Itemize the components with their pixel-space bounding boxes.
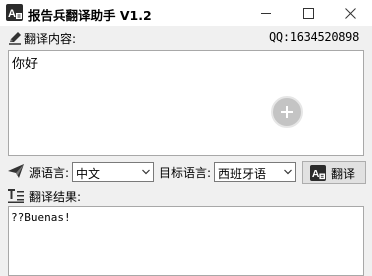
target-language-label: 目标语言: xyxy=(159,166,212,180)
result-text-output[interactable]: ??Buenas! xyxy=(8,206,364,276)
source-language-select[interactable]: 中文 xyxy=(72,162,154,182)
send-icon xyxy=(8,164,24,178)
maximize-icon xyxy=(302,7,314,19)
source-language-value: 中文 xyxy=(76,167,101,181)
svg-text:A: A xyxy=(8,8,16,20)
qq-contact: QQ:1634520898 xyxy=(269,30,360,44)
result-text: ??Buenas! xyxy=(11,211,71,224)
translate-button[interactable]: A 翻译 xyxy=(302,161,366,184)
source-language-label: 源语言: xyxy=(29,166,70,180)
pen-icon xyxy=(9,32,21,45)
translator-logo-icon: A xyxy=(6,4,23,21)
minimize-button[interactable] xyxy=(244,0,288,26)
minimize-icon xyxy=(261,12,271,14)
title-bar: A 报告兵翻译助手 V1.2 xyxy=(0,0,372,26)
translator-logo-icon: A xyxy=(310,165,326,181)
chevron-down-icon xyxy=(284,169,292,175)
maximize-button[interactable] xyxy=(286,0,330,26)
window-title: 报告兵翻译助手 V1.2 xyxy=(28,8,152,23)
result-label: 翻译结果: xyxy=(29,190,82,204)
svg-text:A: A xyxy=(312,169,320,180)
translate-button-label: 翻译 xyxy=(331,167,356,181)
target-language-select[interactable]: 西班牙语 xyxy=(214,162,296,182)
source-text-input[interactable]: 你好 xyxy=(8,50,364,156)
content-label: 翻译内容: xyxy=(24,32,77,46)
plus-circle-icon[interactable] xyxy=(271,96,303,128)
source-text: 你好 xyxy=(12,57,39,72)
chevron-down-icon xyxy=(142,169,150,175)
target-language-value: 西班牙语 xyxy=(218,167,267,181)
text-format-icon xyxy=(8,189,24,203)
close-button[interactable] xyxy=(328,0,372,26)
close-icon xyxy=(344,7,356,19)
